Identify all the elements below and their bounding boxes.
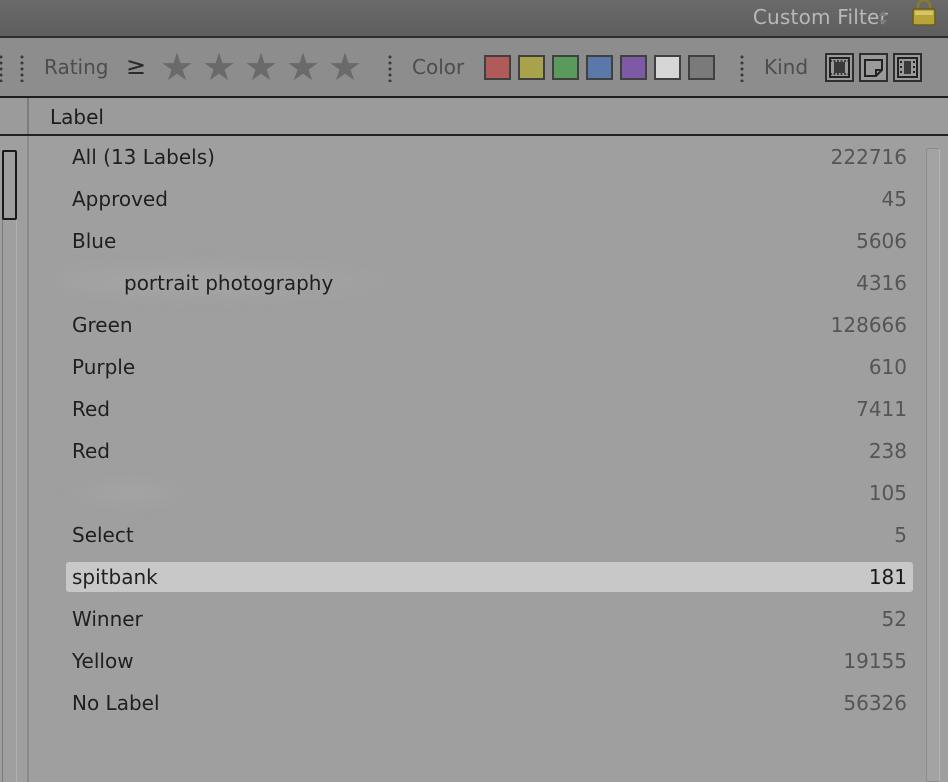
label-count: 105 (868, 481, 907, 505)
color-swatch-other[interactable] (654, 55, 681, 80)
star-icon[interactable]: ★ (286, 47, 320, 87)
label-name: Purple (72, 355, 136, 379)
list-item[interactable]: portrait photography 4316 (66, 268, 913, 298)
grip-dots-icon (388, 54, 392, 82)
label-count: 181 (868, 565, 907, 589)
color-swatch-red[interactable] (484, 55, 511, 80)
star-icon[interactable]: ★ (160, 47, 194, 87)
color-swatch-none[interactable] (688, 55, 715, 80)
star-icon[interactable]: ★ (244, 47, 278, 87)
list-item[interactable]: Select 5 (66, 520, 913, 550)
lock-icon[interactable] (910, 0, 938, 26)
label-column-header[interactable]: Label (0, 98, 948, 136)
label-name: Select (72, 523, 134, 547)
virtual-copy-icon (864, 59, 883, 77)
label-count: 238 (868, 439, 907, 463)
kind-virtual-copies-button[interactable] (859, 53, 888, 82)
label-count: 52 (881, 607, 907, 631)
label-name: Winner (72, 607, 143, 631)
column-divider (27, 98, 29, 134)
label-count: 610 (868, 355, 907, 379)
preset-dropdown-arrows-icon[interactable] (878, 9, 888, 28)
star-icon[interactable]: ★ (202, 47, 236, 87)
color-swatch-green[interactable] (552, 55, 579, 80)
list-item[interactable]: No Label 56326 (66, 688, 913, 718)
master-photo-icon (829, 57, 850, 78)
label-name: All (13 Labels) (72, 145, 215, 169)
label-list-panel: All (13 Labels) 222716 Approved 45 Blue … (0, 136, 948, 782)
label-name: spitbank (72, 565, 158, 589)
rating-label: Rating (44, 55, 109, 79)
label-name: Green (72, 313, 133, 337)
color-swatch-blue[interactable] (586, 55, 613, 80)
right-scrollbar[interactable] (926, 148, 940, 782)
left-scrollbar-thumb[interactable] (2, 150, 17, 220)
list-item[interactable]: Green 128666 (66, 310, 913, 340)
list-item[interactable]: Approved 45 (66, 184, 913, 214)
label-name: portrait photography (124, 271, 334, 295)
label-count: 19155 (843, 649, 907, 673)
left-scroll-track[interactable] (2, 150, 17, 782)
kind-master-photos-button[interactable] (825, 53, 854, 82)
label-count: 222716 (830, 145, 907, 169)
kind-videos-button[interactable] (893, 53, 922, 82)
label-name: No Label (72, 691, 160, 715)
label-count: 7411 (856, 397, 907, 421)
label-count: 5606 (856, 229, 907, 253)
list-item[interactable]: 105 (66, 478, 913, 508)
color-swatch-yellow[interactable] (518, 55, 545, 80)
video-icon (897, 57, 918, 78)
list-item[interactable]: Red 238 (66, 436, 913, 466)
label-count: 4316 (856, 271, 907, 295)
column-title: Label (50, 105, 104, 129)
label-count: 5 (894, 523, 907, 547)
filter-bar: Rating ≥ ★ ★ ★ ★ ★ Color Kind (0, 38, 948, 98)
label-name: Yellow (72, 649, 134, 673)
kind-label: Kind (764, 55, 809, 79)
color-label: Color (412, 55, 465, 79)
list-item[interactable]: Winner 52 (66, 604, 913, 634)
grip-dots-icon (740, 54, 744, 82)
filter-preset-label[interactable]: Custom Filter (753, 5, 888, 29)
list-item[interactable]: Blue 5606 (66, 226, 913, 256)
label-name: Blue (72, 229, 117, 253)
label-count: 56326 (843, 691, 907, 715)
color-swatch-purple[interactable] (620, 55, 647, 80)
list-item[interactable]: Red 7411 (66, 394, 913, 424)
top-bar: Custom Filter (0, 0, 948, 38)
list-item[interactable]: Purple 610 (66, 352, 913, 382)
star-icon[interactable]: ★ (328, 47, 362, 87)
list-item-selected[interactable]: spitbank 181 (66, 562, 913, 592)
column-divider (27, 136, 29, 782)
label-name: Approved (72, 187, 168, 211)
list-item-all[interactable]: All (13 Labels) 222716 (66, 142, 913, 172)
rating-operator[interactable]: ≥ (126, 52, 146, 80)
label-name: Red (72, 397, 110, 421)
label-count: 128666 (830, 313, 907, 337)
list-item[interactable]: Yellow 19155 (66, 646, 913, 676)
grip-dots-icon (0, 54, 3, 82)
grip-dots-icon (20, 54, 24, 82)
label-name: Red (72, 439, 110, 463)
label-count: 45 (881, 187, 907, 211)
